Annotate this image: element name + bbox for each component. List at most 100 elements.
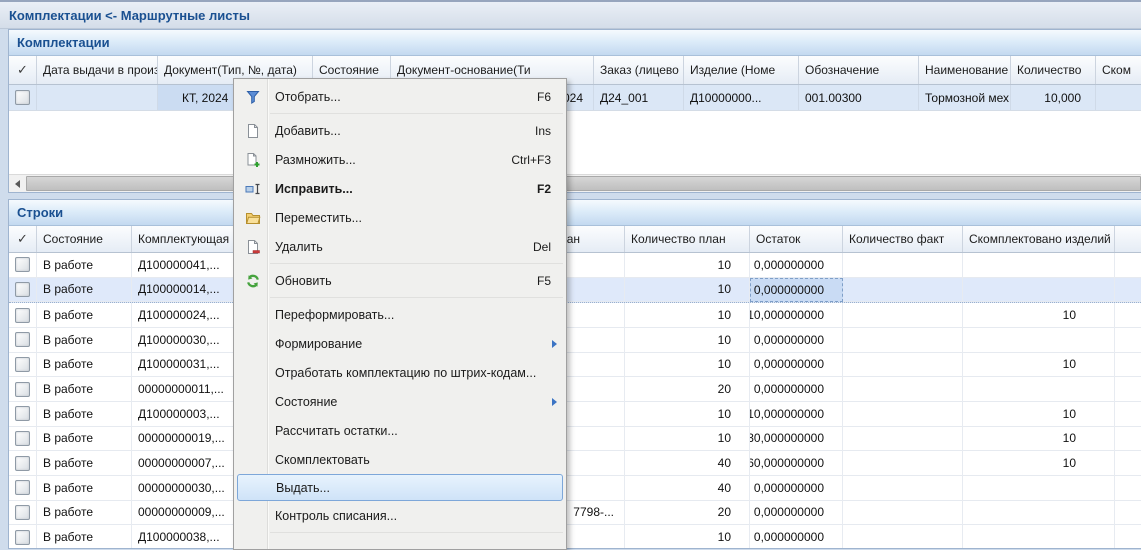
menu-item-issue-highlighted[interactable]: Выдать... (237, 474, 563, 501)
scrollbar-thumb[interactable] (26, 176, 1141, 191)
column-header-product[interactable]: Изделие (Номе (684, 56, 799, 84)
menu-item-duplicate[interactable]: Размножить... Ctrl+F3 (235, 145, 565, 174)
horizontal-scrollbar[interactable] (9, 174, 1141, 192)
cell-filler (1115, 427, 1141, 452)
row-check-cell[interactable] (9, 328, 37, 353)
row-check-cell[interactable] (9, 353, 37, 378)
menu-item-formation[interactable]: Формирование (235, 329, 565, 358)
checkbox[interactable] (15, 282, 30, 297)
column-header-fact-qty[interactable]: Количество факт (843, 226, 963, 252)
checkbox[interactable] (15, 257, 30, 272)
row-check-cell[interactable] (9, 402, 37, 427)
cell-plan-qty: 10 (625, 427, 750, 452)
column-header-assembled[interactable]: Ском (1096, 56, 1141, 84)
menu-item-writeoff-control[interactable]: Контроль списания... (235, 501, 565, 530)
checkbox[interactable] (15, 90, 30, 105)
cell-component: 00000000019,... (132, 427, 242, 452)
stroki-panel-header: Строки (9, 200, 1141, 226)
cell-fact-qty (843, 525, 963, 548)
cell-fact-qty (843, 476, 963, 501)
menu-item-refresh[interactable]: Обновить F5 (235, 266, 565, 295)
cell-rest: 0,000000000 (750, 525, 843, 548)
filter-funnel-icon (239, 89, 267, 105)
cell-component: Д100000031,... (132, 353, 242, 378)
table-row[interactable]: В работе Д100000024,... 10 10,000000000 … (9, 303, 1141, 328)
cell-assembled-items (963, 501, 1115, 526)
table-row[interactable]: В работе 00000000030,... 40 0,000000000 (9, 476, 1141, 501)
table-row[interactable]: КТ, 2024 024 Д24_001 Д10000000... 001.00… (9, 85, 1141, 111)
row-check-cell[interactable] (9, 451, 37, 476)
checkbox[interactable] (15, 431, 30, 446)
checkbox[interactable] (15, 406, 30, 421)
table-row[interactable]: В работе 00000000011,... 20 0,000000000 (9, 377, 1141, 402)
cell-component: Д100000003,... (132, 402, 242, 427)
table-row[interactable]: В работе Д100000030,... 10 0,000000000 (9, 328, 1141, 353)
column-header-rest[interactable]: Остаток (750, 226, 843, 252)
column-header-plan-qty[interactable]: Количество план (625, 226, 750, 252)
cell-state: В работе (37, 377, 132, 402)
cell-assembled-items (963, 377, 1115, 402)
cell-rest: 0,000000000 (750, 476, 843, 501)
row-check-cell[interactable] (9, 427, 37, 452)
table-row[interactable]: В работе 00000000007,... 40 60,000000000… (9, 451, 1141, 476)
cell-rest: 0,000000000 (750, 377, 843, 402)
cell-assembled-items (963, 476, 1115, 501)
menu-item-calc-rests[interactable]: Рассчитать остатки... (235, 416, 565, 445)
checkbox[interactable] (15, 480, 30, 495)
checkbox[interactable] (15, 456, 30, 471)
row-check-cell[interactable] (9, 253, 37, 278)
column-header-date[interactable]: Дата выдачи в произв (37, 56, 158, 84)
cell-state: В работе (37, 402, 132, 427)
cell-state: В работе (37, 427, 132, 452)
menu-item-state[interactable]: Состояние (235, 387, 565, 416)
scroll-left-button[interactable] (9, 175, 26, 192)
row-check-cell[interactable] (9, 525, 37, 548)
checkbox[interactable] (15, 530, 30, 545)
column-header-qty[interactable]: Количество (1011, 56, 1096, 84)
checkbox[interactable] (15, 382, 30, 397)
menu-item-barcode-processing[interactable]: Отработать комплектацию по штрих-кодам..… (235, 358, 565, 387)
copy-document-plus-icon (239, 152, 267, 168)
cell-component: Д100000038,... (132, 525, 242, 548)
select-all-column-header[interactable]: ✓ (9, 56, 37, 84)
row-check-cell[interactable] (9, 476, 37, 501)
menu-item-filter[interactable]: Отобрать... F6 (235, 82, 565, 111)
menu-separator (270, 113, 563, 114)
cell-filler (1115, 253, 1141, 278)
cell-filler (1115, 303, 1141, 328)
checkbox[interactable] (15, 357, 30, 372)
cell-designation: 001.00300 (799, 85, 919, 110)
select-all-column-header[interactable]: ✓ (9, 226, 37, 252)
checkbox[interactable] (15, 308, 30, 323)
table-row-selected[interactable]: В работе Д100000014,... 10 0,000000000 (9, 278, 1141, 304)
row-check-cell[interactable] (9, 501, 37, 526)
checkbox[interactable] (15, 332, 30, 347)
column-header-designation[interactable]: Обозначение (799, 56, 919, 84)
column-header-name[interactable]: Наименование (919, 56, 1011, 84)
menu-item-delete[interactable]: Удалить Del (235, 232, 565, 261)
table-row[interactable]: В работе Д100000038,... 10 0,000000000 (9, 525, 1141, 548)
column-header-assembled-items[interactable]: Скомплектовано изделий (963, 226, 1115, 252)
menu-item-reform[interactable]: Переформировать... (235, 300, 565, 329)
column-header-component[interactable]: Комплектующая (132, 226, 242, 252)
table-row[interactable]: В работе 00000000009,... 7798-... 20 0,0… (9, 501, 1141, 526)
table-row[interactable]: В работе Д100000041,... 10 0,000000000 (9, 253, 1141, 278)
checkbox[interactable] (15, 505, 30, 520)
menu-item-add[interactable]: Добавить... Ins (235, 116, 565, 145)
table-row[interactable]: В работе Д100000003,... 10 10,000000000 … (9, 402, 1141, 427)
row-check-cell[interactable] (9, 303, 37, 328)
table-row[interactable]: В работе 00000000019,... 10 30,000000000… (9, 427, 1141, 452)
cell-assembled-items: 10 (963, 427, 1115, 452)
row-check-cell[interactable] (9, 377, 37, 402)
row-check-cell[interactable] (9, 85, 37, 110)
submenu-arrow-icon (552, 340, 557, 348)
table-row[interactable]: В работе Д100000031,... 10 0,000000000 1… (9, 353, 1141, 378)
column-header-state[interactable]: Состояние (37, 226, 132, 252)
menu-item-move[interactable]: Переместить... (235, 203, 565, 232)
refresh-icon (239, 273, 267, 289)
menu-item-edit[interactable]: Исправить... F2 (235, 174, 565, 203)
column-header-order[interactable]: Заказ (лицево (594, 56, 684, 84)
row-check-cell[interactable] (9, 278, 37, 303)
stroki-panel: Строки ✓ Состояние Комплектующая ан Коли… (8, 199, 1141, 549)
menu-item-assemble[interactable]: Скомплектовать (235, 445, 565, 474)
